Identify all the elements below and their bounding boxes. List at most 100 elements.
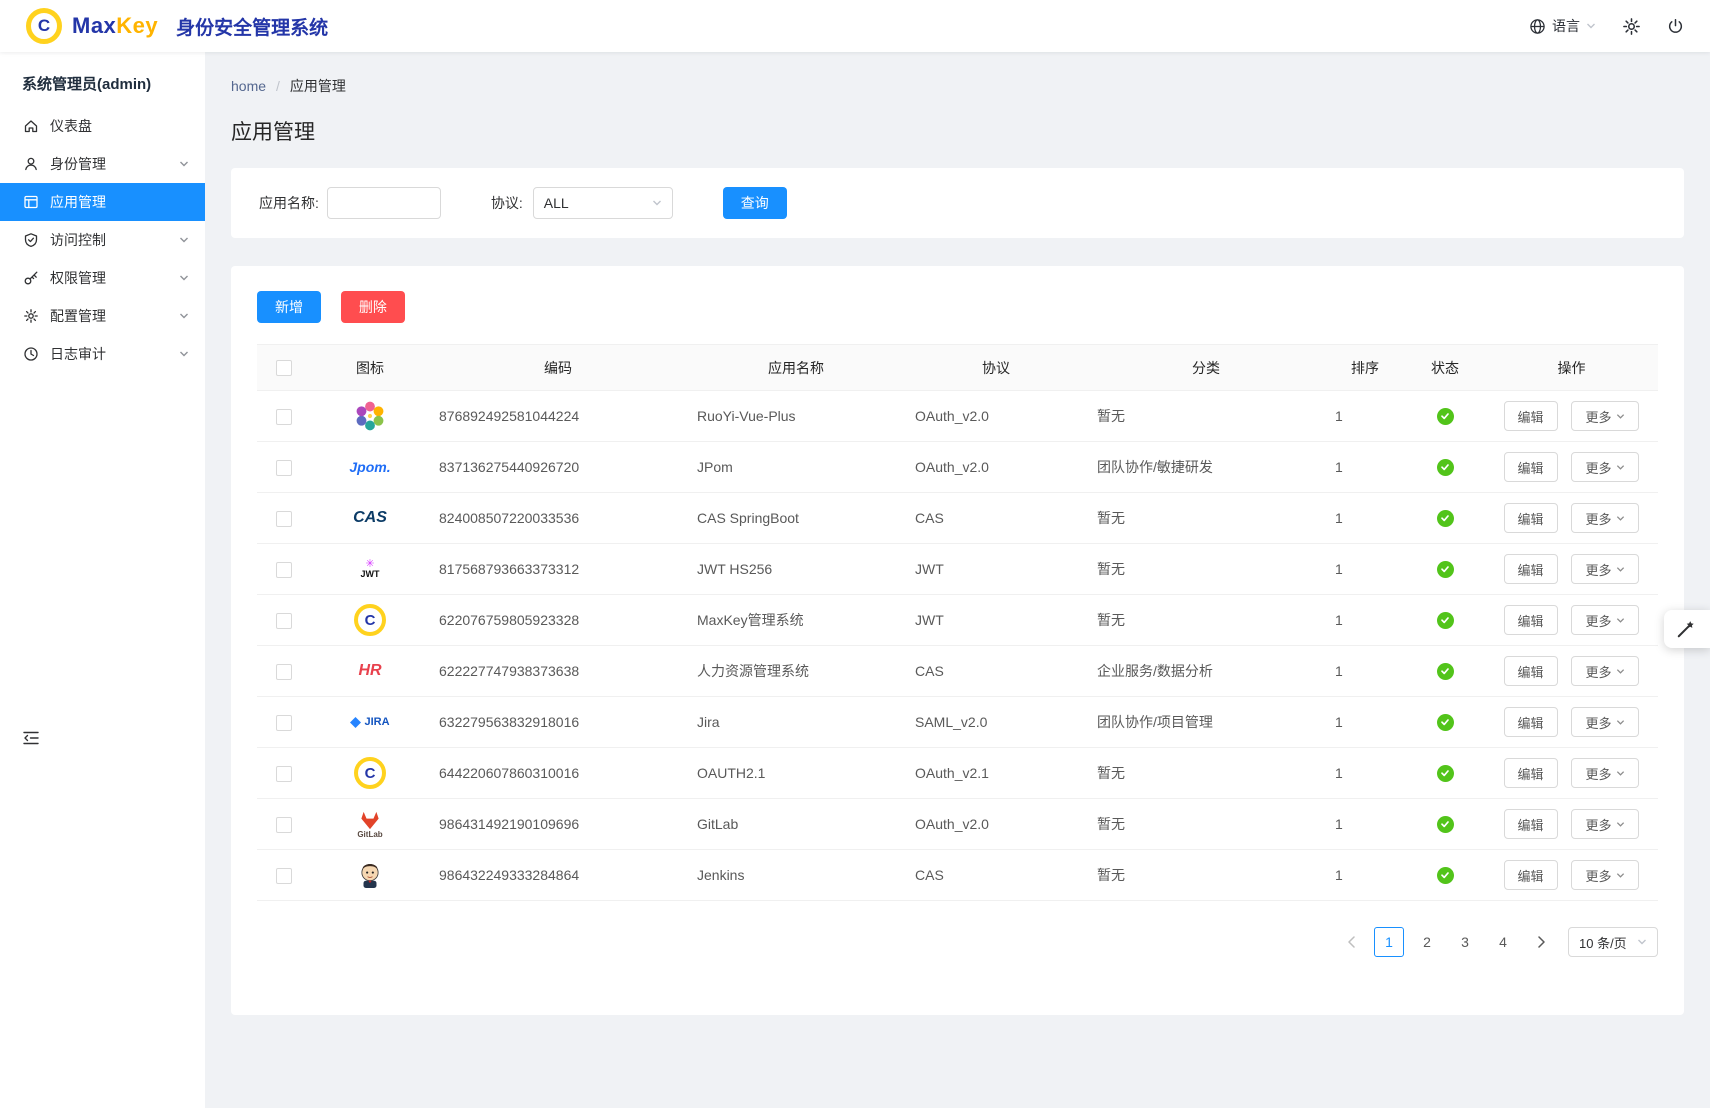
- sidebar-item-permission[interactable]: 权限管理: [0, 259, 205, 297]
- row-checkbox[interactable]: [276, 817, 292, 833]
- page-button-3[interactable]: 3: [1450, 927, 1480, 957]
- row-checkbox[interactable]: [276, 562, 292, 578]
- edit-button[interactable]: 编辑: [1504, 554, 1558, 584]
- sidebar-item-apps[interactable]: 应用管理: [0, 183, 205, 221]
- app-protocol: OAuth_v2.1: [915, 765, 989, 781]
- chevron-down-icon: [179, 159, 189, 169]
- status-enabled-icon: [1437, 816, 1454, 833]
- delete-button[interactable]: 删除: [341, 291, 405, 323]
- app-icon-cas: CAS: [347, 497, 393, 539]
- sidebar-item-dashboard[interactable]: 仪表盘: [0, 107, 205, 145]
- chevron-down-icon: [1616, 565, 1625, 574]
- app-protocol: OAuth_v2.0: [915, 459, 989, 475]
- app-name-input[interactable]: [327, 187, 441, 219]
- column-header-protocol: 协议: [905, 345, 1087, 391]
- search-button[interactable]: 查询: [723, 187, 787, 219]
- language-label: 语言: [1552, 16, 1580, 36]
- next-page-button[interactable]: [1526, 927, 1556, 957]
- app-sort: 1: [1335, 765, 1343, 781]
- page-button-1[interactable]: 1: [1374, 927, 1404, 957]
- page-size-select[interactable]: 10 条/页: [1568, 927, 1658, 957]
- edit-button[interactable]: 编辑: [1504, 605, 1558, 635]
- app-name: Jira: [697, 714, 720, 730]
- more-button[interactable]: 更多: [1571, 401, 1639, 431]
- column-header-actions: 操作: [1485, 345, 1658, 391]
- settings-gear-icon[interactable]: [1622, 17, 1641, 36]
- app-sort: 1: [1335, 663, 1343, 679]
- row-checkbox[interactable]: [276, 715, 292, 731]
- more-button[interactable]: 更多: [1571, 503, 1639, 533]
- sidebar-item-config[interactable]: 配置管理: [0, 297, 205, 335]
- logout-power-icon[interactable]: [1667, 18, 1684, 35]
- breadcrumb-home[interactable]: home: [231, 78, 266, 94]
- chevron-down-icon: [1616, 667, 1625, 676]
- row-checkbox[interactable]: [276, 766, 292, 782]
- chevron-down-icon: [1616, 463, 1625, 472]
- edit-button[interactable]: 编辑: [1504, 860, 1558, 890]
- sidebar-item-label: 应用管理: [50, 192, 106, 212]
- column-header-category: 分类: [1087, 345, 1325, 391]
- sidebar-item-access[interactable]: 访问控制: [0, 221, 205, 259]
- app-icon-jira: JIRA: [347, 701, 393, 743]
- table-row: CAS 824008507220033536 CAS SpringBoot CA…: [257, 493, 1658, 544]
- app-code: 824008507220033536: [439, 510, 579, 526]
- app-sort: 1: [1335, 510, 1343, 526]
- table-toolbar: 新增 删除: [257, 291, 1658, 323]
- key-icon: [22, 269, 40, 287]
- page-button-4[interactable]: 4: [1488, 927, 1518, 957]
- row-checkbox[interactable]: [276, 460, 292, 476]
- more-button[interactable]: 更多: [1571, 707, 1639, 737]
- brand: C MaxKey 身份安全管理系统: [26, 8, 328, 44]
- app-sort: 1: [1335, 408, 1343, 424]
- more-button[interactable]: 更多: [1571, 452, 1639, 482]
- edit-button[interactable]: 编辑: [1504, 656, 1558, 686]
- app-icon-jwt: ✳JWT: [347, 548, 393, 590]
- edit-button[interactable]: 编辑: [1504, 707, 1558, 737]
- select-all-checkbox[interactable]: [276, 360, 292, 376]
- more-button[interactable]: 更多: [1571, 554, 1639, 584]
- protocol-select[interactable]: ALL: [533, 187, 673, 219]
- row-checkbox[interactable]: [276, 511, 292, 527]
- app-code: 632279563832918016: [439, 714, 579, 730]
- status-enabled-icon: [1437, 561, 1454, 578]
- app-category: 暂无: [1097, 765, 1125, 781]
- main-layout: 系统管理员(admin) 仪表盘 身份管理 应用管理 访问控制 权限管理 配置管…: [0, 52, 1710, 1108]
- page-button-2[interactable]: 2: [1412, 927, 1442, 957]
- row-checkbox[interactable]: [276, 664, 292, 680]
- more-button[interactable]: 更多: [1571, 758, 1639, 788]
- add-button[interactable]: 新增: [257, 291, 321, 323]
- sidebar-item-identity[interactable]: 身份管理: [0, 145, 205, 183]
- more-button[interactable]: 更多: [1571, 605, 1639, 635]
- theme-settings-button[interactable]: [1664, 610, 1710, 648]
- edit-button[interactable]: 编辑: [1504, 503, 1558, 533]
- more-button-label: 更多: [1585, 764, 1611, 783]
- prev-page-button[interactable]: [1336, 927, 1366, 957]
- page-size-value: 10 条/页: [1579, 933, 1627, 952]
- row-checkbox[interactable]: [276, 613, 292, 629]
- app-name: CAS SpringBoot: [697, 510, 799, 526]
- edit-button[interactable]: 编辑: [1504, 401, 1558, 431]
- row-checkbox[interactable]: [276, 409, 292, 425]
- app-protocol: JWT: [915, 561, 944, 577]
- breadcrumb-current: 应用管理: [290, 76, 346, 96]
- status-enabled-icon: [1437, 765, 1454, 782]
- more-button-label: 更多: [1585, 866, 1611, 885]
- sidebar-item-audit[interactable]: 日志审计: [0, 335, 205, 373]
- language-switcher[interactable]: 语言: [1529, 16, 1596, 36]
- more-button[interactable]: 更多: [1571, 656, 1639, 686]
- app-name: RuoYi-Vue-Plus: [697, 408, 796, 424]
- sidebar-item-label: 配置管理: [50, 306, 106, 326]
- edit-button[interactable]: 编辑: [1504, 809, 1558, 839]
- more-button[interactable]: 更多: [1571, 860, 1639, 890]
- edit-button[interactable]: 编辑: [1504, 452, 1558, 482]
- app-protocol: JWT: [915, 612, 944, 628]
- edit-button[interactable]: 编辑: [1504, 758, 1558, 788]
- row-checkbox[interactable]: [276, 868, 292, 884]
- main-content: home / 应用管理 应用管理 应用名称: 协议: ALL 查询: [205, 52, 1710, 1108]
- breadcrumb: home / 应用管理: [231, 76, 1684, 96]
- chevron-down-icon: [1637, 937, 1647, 947]
- collapse-sidebar-button[interactable]: [22, 730, 40, 749]
- app-code: 986432249333284864: [439, 867, 579, 883]
- more-button[interactable]: 更多: [1571, 809, 1639, 839]
- table-panel: 新增 删除 图标 编码 应用名称 协议 分类: [231, 266, 1684, 1015]
